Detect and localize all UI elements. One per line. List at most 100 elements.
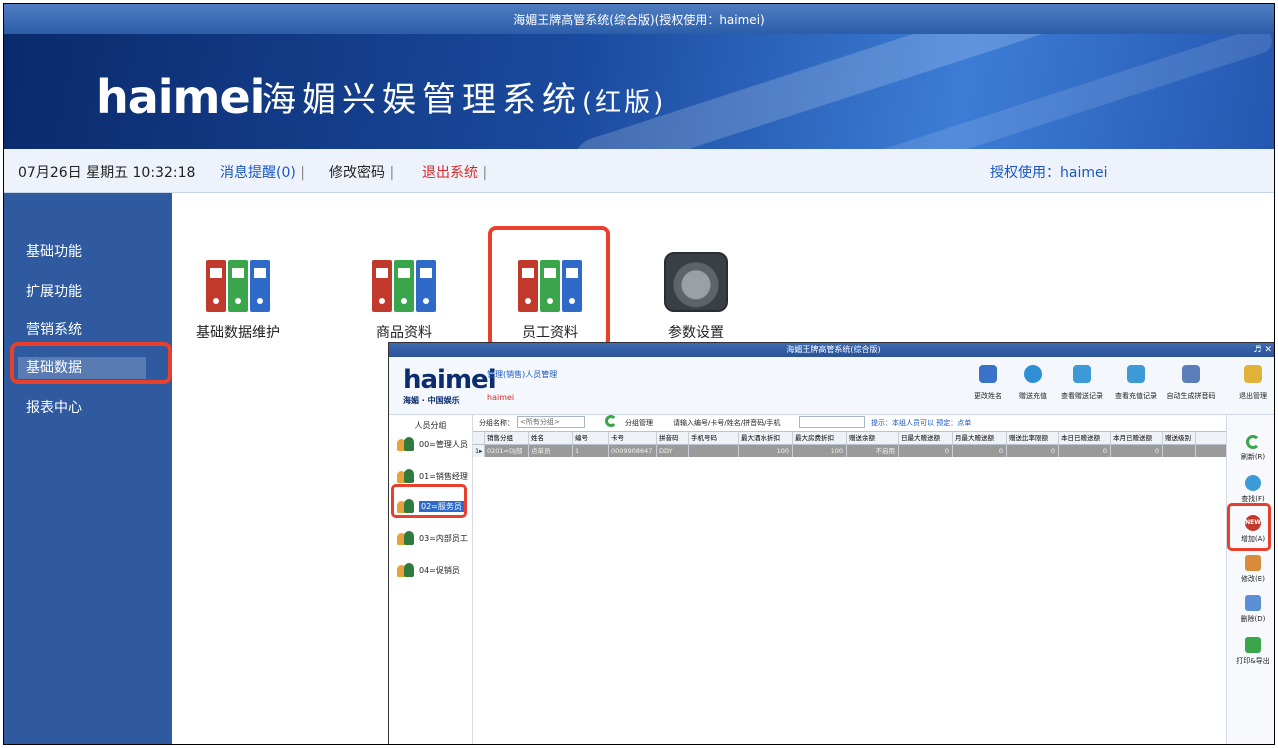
sidebar-item-basic-functions[interactable]: 基础功能 [26,241,82,261]
window-controls[interactable]: ♬ ✕ [1254,343,1272,357]
grid-header-cell[interactable]: 赠送比率限额 [1007,432,1059,444]
group-manage-button[interactable]: 分组管理 [625,418,653,428]
employee-management-window: 海媚王牌高管系统(综合版) ♬ ✕ haimei 海媚 · 中国娱乐 管理(销售… [388,342,1274,744]
action-label: 查找(F) [1241,495,1265,503]
grid-header-cell[interactable]: 最大酒水折扣 [739,432,793,444]
users-icon [397,563,415,577]
grid-header-cell[interactable]: 赠送余额 [847,432,899,444]
change-password-link[interactable]: 修改密码 | [329,162,394,182]
group-item-waiter[interactable]: 02=服务员 [397,499,464,513]
view-gift-records-button[interactable]: 查看赠送记录 [1055,365,1109,401]
grid-header-cell[interactable]: 姓名 [529,432,573,444]
group-item-sales-manager[interactable]: 01=销售经理 [397,469,468,483]
action-label: 删除(D) [1240,615,1266,623]
search-label: 请输入编号/卡号/姓名/拼音码/手机 [673,419,781,427]
grid-cell: 100 [739,445,793,457]
grid-header-cell [473,432,485,444]
action-label: 修改(E) [1241,575,1265,583]
refresh-button[interactable]: 刷新(R) [1227,435,1274,462]
grid-header-cell[interactable]: 销售分组 [485,432,529,444]
search-input[interactable] [799,416,865,428]
grid-header-cell[interactable]: 本月已赠送额 [1111,432,1163,444]
action-label: 打印&导出 [1236,657,1270,665]
grid-header-cell[interactable]: 拼音码 [657,432,689,444]
binders-icon [203,248,273,312]
sidebar-item-reports[interactable]: 报表中心 [26,397,82,417]
messages-link[interactable]: 消息提醒(0) | [220,162,305,182]
logout-label[interactable]: 退出系统 [422,165,478,181]
exit-management-button[interactable]: 退出管理 [1233,365,1273,401]
logout-link[interactable]: 退出系统 | [422,162,487,182]
grid-header-cell[interactable]: 最大房费折扣 [793,432,847,444]
pencil-icon [1245,555,1261,571]
window-titlebar: 海媚王牌高管系统(综合版)(授权使用：haimei) [4,4,1274,34]
messages-label[interactable]: 消息提醒(0) [220,165,296,181]
grid-header-cell[interactable]: 卡号 [609,432,657,444]
toolbar-label: 更改姓名 [974,392,1002,400]
datetime: 07月26日 星期五 10:32:18 [18,165,196,181]
tile-parameter-settings[interactable]: 参数设置 [636,248,756,342]
group-label: 01=销售经理 [419,471,468,481]
binder-blue [416,260,436,312]
inner-header: haimei 海媚 · 中国娱乐 管理(销售)人员管理 haimei 更改姓名 … [389,357,1274,415]
gear-icon [661,248,731,312]
inner-user: haimei [487,393,515,402]
group-item-internal-staff[interactable]: 03=内部员工 [397,531,468,545]
employee-grid: 销售分组 姓名 编号 卡号 拼音码 手机号码 最大酒水折扣 最大房费折扣 赠送余… [473,431,1226,744]
inner-logo-subtitle: 海媚 · 中国娱乐 [403,396,460,405]
sidebar-item-extensions[interactable]: 扩展功能 [26,281,82,301]
group-filter-label: 分组名称： [479,419,514,427]
tile-product-data[interactable]: 商品资料 [344,248,464,342]
grid-header-cell[interactable]: 日最大赠送额 [899,432,953,444]
refresh-icon[interactable] [605,415,617,427]
scissors-icon [1245,595,1261,611]
rename-button[interactable]: 更改姓名 [967,365,1009,401]
view-topup-records-button[interactable]: 查看充值记录 [1109,365,1163,401]
find-button[interactable]: 查找(F) [1227,475,1274,504]
info-bar: 07月26日 星期五 10:32:18 消息提醒(0) | 修改密码 | 退出系… [4,149,1274,193]
action-label: 增加(A) [1240,535,1266,543]
tile-label: 商品资料 [376,325,432,341]
users-icon [397,437,415,451]
toolbar-label: 退出管理 [1239,392,1267,400]
app-window: 海媚王牌高管系统(综合版)(授权使用：haimei) haimei 海媚兴娱管理… [3,3,1275,745]
system-name: 海媚兴娱管理系统(红版) [262,72,666,121]
group-label: 03=内部员工 [419,533,468,543]
group-filter-select[interactable]: <所有分组> [517,416,585,428]
table-row[interactable]: 1▸ 0201=DJ部 点单员 1 0009908647 DDY 100 100… [473,445,1226,457]
gift-topup-button[interactable]: 赠送充值 [1013,365,1053,401]
grid-header-cell[interactable]: 赠送级别 [1163,432,1196,444]
group-panel-header: 人员分组 [414,421,447,430]
group-item-admin[interactable]: 00=管理人员 [397,437,468,451]
sidebar-item-basic-data[interactable]: 基础数据 [18,357,146,379]
window-title: 海媚王牌高管系统(综合版)(授权使用：haimei) [513,12,765,27]
grid-header-cell[interactable]: 编号 [573,432,609,444]
print-export-button[interactable]: 打印&导出 [1227,637,1274,666]
grid-header-cell[interactable]: 手机号码 [689,432,739,444]
sidebar: 基础功能 扩展功能 营销系统 基础数据 报表中心 [4,193,172,744]
tile-employee-data[interactable]: 员工资料 [490,248,610,342]
delete-button[interactable]: 删除(D) [1227,595,1274,624]
binders-icon [369,248,439,312]
change-password-label[interactable]: 修改密码 [329,165,385,181]
new-badge-icon: NEW [1245,515,1261,531]
hint-text: 提示：本组人员可以 预定：点单 [871,419,972,427]
grid-cell [689,445,739,457]
magnifier-icon [1245,475,1261,491]
sidebar-item-marketing[interactable]: 营销系统 [26,319,82,339]
binder-red [372,260,392,312]
toolbar-label: 查看充值记录 [1115,392,1157,400]
group-label: 02=服务员 [419,500,464,512]
grid-cell: 0 [1059,445,1111,457]
magnifier-icon [1127,365,1145,383]
tools-icon [1182,365,1200,383]
group-item-promoter[interactable]: 04=促销员 [397,563,460,577]
grid-header-cell[interactable]: 月最大赠送额 [953,432,1007,444]
grid-header-cell[interactable]: 本日已赠送额 [1059,432,1111,444]
generate-pinyin-button[interactable]: 自动生成拼音码 [1161,365,1221,401]
magnifier-icon [1073,365,1091,383]
tile-basic-data-maintenance[interactable]: 基础数据维护 [178,248,298,342]
grid-cell: 点单员 [529,445,573,457]
add-button[interactable]: NEW 增加(A) [1227,515,1274,544]
edit-button[interactable]: 修改(E) [1227,555,1274,584]
